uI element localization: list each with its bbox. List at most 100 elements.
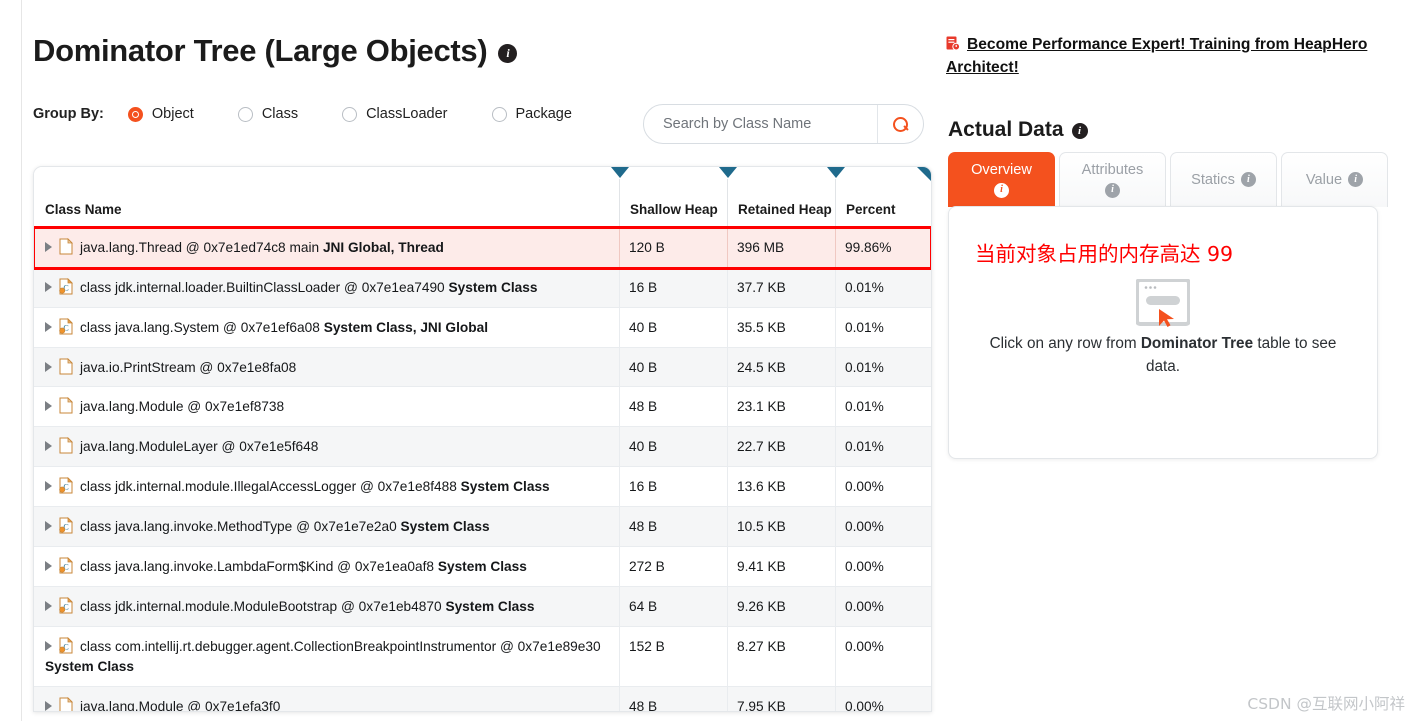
tab-overview[interactable]: Overview i [948, 152, 1055, 207]
radio-package-label: Package [515, 106, 572, 122]
table-row[interactable]: java.lang.Module @ 0x7e1ef8738 48 B 23.1 K… [34, 387, 931, 428]
table-row[interactable]: Cclass jdk.internal.loader.BuiltinClassL… [34, 267, 931, 308]
tab-attributes[interactable]: Attributes i [1059, 152, 1166, 207]
radio-class[interactable]: Class [237, 106, 298, 122]
info-icon[interactable]: i [498, 43, 518, 63]
promo-link[interactable]: Become Performance Expert! Training from… [946, 34, 1383, 80]
cell-shallow-heap: 16 B [619, 467, 727, 507]
cell-class-name: Cclass java.lang.System @ 0x7e1ef6a08 Sy… [34, 308, 619, 347]
table-row[interactable]: java.lang.Thread @ 0x7e1ed74c8 main JNI … [34, 226, 931, 270]
column-header-percent[interactable]: Percent [846, 201, 896, 218]
class-file-icon: C [59, 477, 73, 494]
hint-prefix: Click on any row from [989, 335, 1141, 352]
radio-dot-icon [237, 106, 253, 122]
cell-shallow-heap: 152 B [619, 626, 727, 686]
cell-retained-heap: 13.6 KB [727, 467, 835, 507]
tab-statics-label: Statics [1191, 171, 1235, 188]
expand-arrow-icon[interactable] [45, 242, 52, 252]
radio-classloader-label: ClassLoader [366, 106, 448, 122]
report-icon [946, 36, 961, 51]
info-icon[interactable]: i [1240, 172, 1256, 188]
radio-classloader[interactable]: ClassLoader [342, 106, 448, 122]
expand-arrow-icon[interactable] [45, 321, 52, 332]
column-resize-handle-3[interactable] [827, 167, 845, 178]
search-button[interactable] [877, 105, 923, 143]
cell-retained-heap: 9.41 KB [727, 546, 835, 586]
row-class-name: class jdk.internal.module.ModuleBootstra… [80, 598, 535, 614]
row-class-name: java.lang.Module @ 0x7e1ef8738 [80, 399, 285, 415]
expand-arrow-icon[interactable] [45, 441, 52, 452]
column-header-class-name[interactable]: Class Name [45, 201, 122, 218]
table-header-row: Class Name Shallow Heap Retained Heap Pe… [34, 167, 931, 228]
page-title: Dominator Tree (Large Objects) i [33, 33, 518, 69]
radio-package[interactable]: Package [491, 106, 572, 122]
info-icon[interactable]: i [994, 182, 1009, 198]
tab-value-label: Value [1305, 171, 1343, 188]
info-icon[interactable]: i [1105, 182, 1120, 198]
tab-attributes-label: Attributes [1081, 162, 1144, 179]
cell-percent: 0.00% [835, 686, 931, 711]
column-resize-handle-4[interactable] [917, 167, 931, 181]
row-class-name: class java.lang.invoke.LambdaForm$Kind @… [80, 558, 527, 574]
search-input[interactable] [644, 105, 877, 143]
class-file-icon: C [59, 636, 73, 654]
expand-arrow-icon[interactable] [45, 521, 52, 532]
class-file-icon: C [59, 596, 73, 614]
table-row[interactable]: Cclass jdk.internal.module.ModuleBootstr… [34, 586, 931, 627]
column-resize-handle-1[interactable] [611, 167, 629, 178]
expand-arrow-icon[interactable] [45, 401, 52, 412]
cell-percent: 0.00% [835, 586, 931, 626]
search-bar [643, 104, 924, 144]
cell-retained-heap: 396 MB [727, 228, 835, 267]
actual-data-title: Actual Data i [948, 118, 1088, 142]
panel-hint: Click on any row from Dominator Tree tab… [979, 333, 1347, 378]
expand-arrow-icon[interactable] [45, 640, 52, 651]
table-row[interactable]: java.io.PrintStream @ 0x7e1e8fa08 40 B 24.… [34, 347, 931, 388]
column-resize-handle-2[interactable] [719, 167, 737, 178]
table-row[interactable]: Cclass java.lang.invoke.MethodType @ 0x7… [34, 507, 931, 547]
promo-link-text: Become Performance Expert! Training from… [946, 36, 1368, 76]
cell-class-name: Cclass com.intellij.rt.debugger.agent.Co… [34, 627, 619, 674]
expand-arrow-icon[interactable] [45, 481, 52, 492]
tab-overview-label: Overview [971, 162, 1032, 179]
table-row[interactable]: Cclass java.lang.System @ 0x7e1ef6a08 Sy… [34, 307, 931, 348]
cell-percent: 0.01% [835, 347, 931, 387]
tab-statics[interactable]: Statics i [1170, 152, 1277, 207]
cell-shallow-heap: 48 B [619, 387, 727, 427]
radio-dot-icon [342, 106, 358, 122]
cell-class-name: Cclass java.lang.invoke.MethodType @ 0x7… [34, 507, 619, 546]
actual-data-tabs: Overview i Attributes i Statics i Value … [948, 152, 1388, 207]
radio-object[interactable]: Object [127, 106, 194, 122]
expand-arrow-icon[interactable] [45, 281, 52, 292]
row-class-name: java.io.PrintStream @ 0x7e1e8fa08 [80, 359, 297, 375]
cell-class-name: java.io.PrintStream @ 0x7e1e8fa08 [34, 348, 619, 387]
expand-arrow-icon[interactable] [45, 560, 52, 571]
class-file-icon: C [59, 556, 73, 574]
object-file-icon [59, 397, 73, 414]
radio-dot-icon [127, 106, 143, 122]
row-class-name: class jdk.internal.loader.BuiltinClassLo… [80, 279, 538, 295]
info-icon[interactable]: i [1348, 172, 1364, 188]
expand-arrow-icon[interactable] [45, 600, 52, 611]
table-row[interactable]: java.lang.Module @ 0x7e1efa3f0 48 B 7.95 K… [34, 686, 931, 711]
info-icon[interactable]: i [1071, 123, 1088, 139]
cell-shallow-heap: 120 B [619, 228, 727, 267]
column-divider [619, 179, 620, 227]
cell-shallow-heap: 40 B [619, 307, 727, 347]
table-row[interactable]: java.lang.ModuleLayer @ 0x7e1e5f648 40 B2… [34, 427, 931, 468]
column-header-retained-heap[interactable]: Retained Heap [738, 201, 834, 218]
tab-value[interactable]: Value i [1281, 152, 1388, 207]
column-header-shallow-heap[interactable]: Shallow Heap [630, 201, 730, 218]
table-row[interactable]: Cclass com.intellij.rt.debugger.agent.Co… [34, 626, 931, 687]
table-row[interactable]: Cclass java.lang.invoke.LambdaForm$Kind … [34, 546, 931, 587]
cell-shallow-heap: 16 B [619, 267, 727, 307]
expand-arrow-icon[interactable] [45, 700, 52, 711]
class-file-icon: C [59, 517, 73, 534]
cell-class-name: java.lang.Module @ 0x7e1efa3f0 [34, 687, 619, 711]
expand-arrow-icon[interactable] [45, 361, 52, 372]
cell-class-name: Cclass jdk.internal.loader.BuiltinClassL… [34, 268, 619, 307]
cell-retained-heap: 22.7 KB [727, 427, 835, 467]
radio-dot-icon [491, 106, 507, 122]
table-row[interactable]: Cclass jdk.internal.module.IllegalAccess… [34, 467, 931, 508]
cell-retained-heap: 37.7 KB [727, 267, 835, 307]
